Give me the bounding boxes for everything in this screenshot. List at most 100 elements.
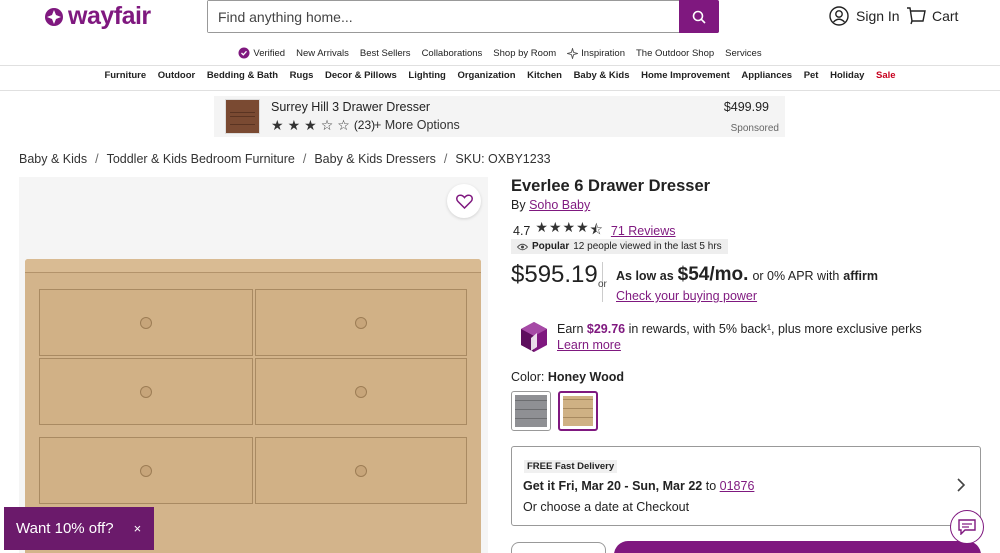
swatch-color [563, 396, 593, 426]
nav-sale[interactable]: Sale [870, 70, 901, 86]
breadcrumb-separator: / [443, 152, 448, 166]
nav-furniture[interactable]: Furniture [99, 70, 152, 86]
nav-organization[interactable]: Organization [452, 70, 522, 86]
sponsored-product-title: Surrey Hill 3 Drawer Dresser [271, 100, 431, 114]
delivery-checkout-note: Or choose a date at Checkout [523, 500, 690, 514]
subnav-label: Verified [253, 47, 286, 59]
breadcrumb-sku: SKU: OXBY1233 [455, 152, 551, 166]
subnav-label: Collaborations [421, 47, 483, 59]
nav-decor-pillows[interactable]: Decor & Pillows [319, 70, 402, 86]
delivery-dates: Fri, Mar 20 - Sun, Mar 22 [558, 479, 703, 493]
to-label: to [705, 479, 717, 493]
drawer [39, 358, 253, 425]
add-to-cart-button[interactable] [614, 541, 981, 553]
subnav-services[interactable]: Services [720, 44, 767, 62]
nav-outdoor[interactable]: Outdoor [152, 70, 201, 86]
sponsored-banner[interactable]: Surrey Hill 3 Drawer Dresser ★ ★ ★ ☆ ☆ (… [214, 96, 785, 137]
delivery-box[interactable]: FREE Fast Delivery Get it Fri, Mar 20 - … [511, 446, 981, 526]
search-button[interactable] [679, 0, 719, 33]
rewards-prefix: Earn [557, 322, 584, 336]
drawer [39, 437, 253, 504]
subnav-outdoor-shop[interactable]: The Outdoor Shop [630, 44, 719, 62]
star-full-icon: ★ [304, 117, 317, 133]
breadcrumb-separator: / [95, 152, 99, 166]
quantity-selector[interactable] [511, 542, 606, 553]
drawer [39, 289, 253, 356]
reviews-link[interactable]: 71 Reviews [611, 224, 676, 238]
color-swatch-honey-wood[interactable] [558, 391, 598, 431]
rewards-text: Earn $29.76 in rewards, with 5% back¹, p… [557, 321, 922, 338]
logo-mark-icon [45, 7, 63, 26]
divider [0, 65, 1000, 66]
star-empty-icon: ☆ [337, 117, 350, 133]
drawer-knob [355, 465, 367, 477]
nav-rugs[interactable]: Rugs [284, 70, 319, 86]
breadcrumb: Baby & Kids / Toddler & Kids Bedroom Fur… [19, 152, 551, 166]
nav-pet[interactable]: Pet [798, 70, 824, 86]
apr-text: or 0% APR with [752, 269, 840, 283]
learn-more-link[interactable]: Learn more [557, 338, 621, 352]
brand-name: wayfair [68, 2, 151, 30]
subnav-label: Shop by Room [493, 47, 557, 59]
nav-appliances[interactable]: Appliances [736, 70, 798, 86]
drawer-knob [140, 317, 152, 329]
subnav-best-sellers[interactable]: Best Sellers [354, 44, 416, 62]
nav-holiday[interactable]: Holiday [824, 70, 870, 86]
sponsored-rating: ★ ★ ★ ☆ ☆ (23) [271, 118, 375, 132]
account-icon [829, 6, 849, 26]
nav-bedding-bath[interactable]: Bedding & Bath [201, 70, 284, 86]
color-selector-label: Color: Honey Wood [511, 370, 624, 384]
cart-label: Cart [932, 8, 959, 24]
star-empty-icon: ☆ [320, 117, 334, 133]
nav-home-improvement[interactable]: Home Improvement [635, 70, 735, 86]
chevron-right-icon [957, 478, 966, 492]
main-nav: Furniture Outdoor Bedding & Bath Rugs De… [0, 70, 1000, 86]
subnav-label: Inspiration [581, 47, 625, 59]
zip-code-link[interactable]: 01876 [720, 479, 755, 493]
site-header: wayfair Sign In Cart [0, 0, 1000, 40]
cart-link[interactable]: Cart [906, 6, 958, 26]
breadcrumb-item[interactable]: Baby & Kids Dressers [314, 152, 436, 166]
cart-icon [907, 7, 926, 25]
rewards-amount: $29.76 [586, 322, 626, 336]
verified-badge-icon [238, 47, 250, 59]
rewards-icon [521, 322, 547, 352]
drawer-knob [355, 317, 367, 329]
breadcrumb-item[interactable]: Toddler & Kids Bedroom Furniture [107, 152, 295, 166]
subnav-new-arrivals[interactable]: New Arrivals [291, 44, 355, 62]
product-image[interactable] [19, 177, 488, 553]
breadcrumb-item[interactable]: Baby & Kids [19, 152, 87, 166]
swatch-color [515, 395, 547, 427]
subnav-shop-by-room[interactable]: Shop by Room [488, 44, 562, 62]
subnav-verified[interactable]: Verified [233, 44, 291, 62]
chat-icon [958, 519, 976, 535]
check-buying-power-link[interactable]: Check your buying power [616, 289, 757, 303]
rating-value: 4.7 [513, 224, 531, 238]
heart-icon [455, 193, 473, 209]
wayfair-logo[interactable]: wayfair [44, 2, 151, 31]
subnav-label: Best Sellers [359, 47, 411, 59]
chat-button[interactable] [950, 510, 984, 544]
color-swatch-gray[interactable] [511, 391, 551, 431]
favorite-button[interactable] [447, 184, 481, 218]
search-input[interactable] [208, 1, 679, 32]
discount-promo[interactable]: Want 10% off? × [4, 507, 154, 550]
sign-in-label: Sign In [856, 8, 900, 24]
product-price: $595.19 [511, 261, 598, 288]
more-options-link[interactable]: + More Options [374, 118, 460, 132]
subnav-inspiration[interactable]: Inspiration [562, 44, 631, 62]
popular-label: Popular [532, 241, 570, 252]
popular-text: 12 people viewed in the last 5 hrs [573, 241, 722, 252]
sign-in-link[interactable]: Sign In [829, 6, 900, 26]
color-value: Honey Wood [547, 370, 624, 384]
drawer-knob [355, 386, 367, 398]
product-brand-line: By Soho Baby [511, 198, 590, 212]
close-icon[interactable]: × [134, 521, 142, 536]
nav-baby-kids[interactable]: Baby & Kids [568, 70, 636, 86]
nav-lighting[interactable]: Lighting [403, 70, 452, 86]
popular-badge: Popular 12 people viewed in the last 5 h… [511, 239, 728, 254]
subnav-collaborations[interactable]: Collaborations [416, 44, 488, 62]
nav-kitchen[interactable]: Kitchen [521, 70, 567, 86]
color-label: Color: [511, 370, 545, 384]
brand-link[interactable]: Soho Baby [529, 198, 590, 212]
